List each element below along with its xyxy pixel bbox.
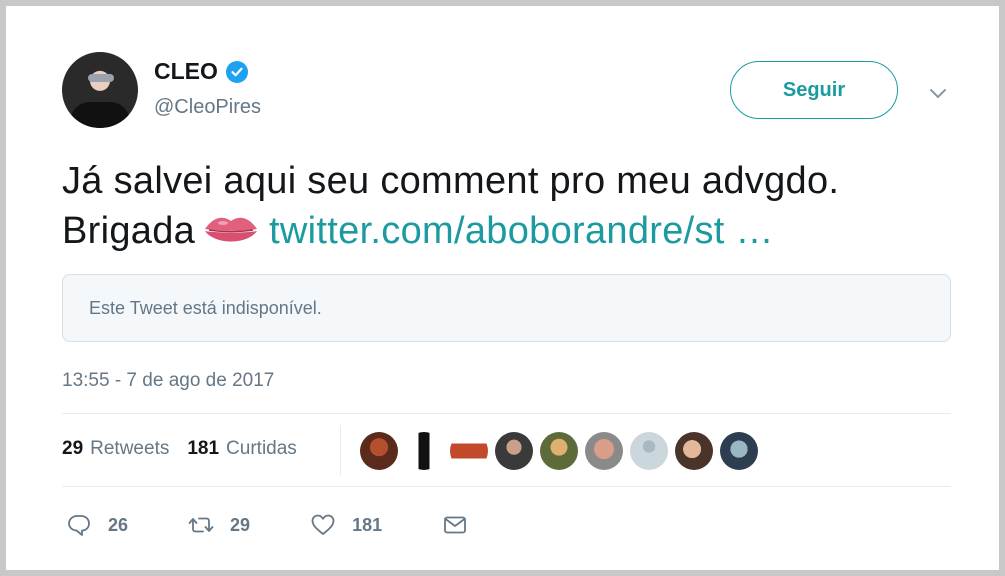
like-count: 181 xyxy=(352,514,383,535)
author-handle[interactable]: @CleoPires xyxy=(154,96,261,119)
author-name-row: CLEO xyxy=(154,58,248,85)
avatar-sunglasses xyxy=(88,74,114,82)
like-button[interactable]: 181 xyxy=(310,512,382,538)
tweet-text-line-2: Brigada twitter.com/aboborandre/st … xyxy=(62,206,952,256)
likes-label[interactable]: Curtidas xyxy=(226,438,297,460)
tweet-card: CLEO @CleoPires Seguir Já salvei aqui se… xyxy=(0,0,1005,576)
quoted-tweet-unavailable[interactable]: Este Tweet está indisponível. xyxy=(62,274,951,342)
author-name[interactable]: CLEO xyxy=(154,58,218,85)
retweet-icon xyxy=(188,517,214,533)
divider-bottom xyxy=(62,486,951,487)
stats-separator xyxy=(340,425,341,475)
reply-button[interactable]: 26 xyxy=(66,512,128,538)
tweet-link[interactable]: twitter.com/aboborandre/st … xyxy=(269,210,774,252)
engagement-stats: 29 Retweets 181 Curtidas xyxy=(62,438,315,460)
liker-avatar[interactable] xyxy=(405,432,443,470)
heart-icon xyxy=(311,514,335,535)
chevron-down-icon[interactable] xyxy=(926,81,950,105)
tweet-text-prefix: Brigada xyxy=(62,210,196,252)
reply-count: 26 xyxy=(108,514,129,535)
author-avatar[interactable] xyxy=(62,52,138,128)
tweet-timestamp[interactable]: 13:55 - 7 de ago de 2017 xyxy=(62,370,274,392)
retweet-count: 29 xyxy=(230,514,251,535)
liker-avatar[interactable] xyxy=(540,432,578,470)
direct-message-button[interactable] xyxy=(442,512,468,538)
liker-avatar[interactable] xyxy=(585,432,623,470)
likes-count[interactable]: 181 xyxy=(187,438,219,460)
kiss-mark-emoji-icon xyxy=(203,211,259,249)
tweet-text-line-1: Já salvei aqui seu comment pro meu advgd… xyxy=(62,160,840,202)
divider-top xyxy=(62,413,951,414)
likers-avatar-list xyxy=(360,432,765,470)
liker-avatar[interactable] xyxy=(450,432,488,470)
envelope-icon xyxy=(444,516,467,534)
liker-avatar[interactable] xyxy=(360,432,398,470)
liker-avatar[interactable] xyxy=(675,432,713,470)
liker-avatar[interactable] xyxy=(495,432,533,470)
retweets-count[interactable]: 29 xyxy=(62,438,83,460)
follow-button[interactable]: Seguir xyxy=(730,61,898,119)
avatar-figure xyxy=(70,102,130,128)
reply-icon xyxy=(68,515,90,536)
tweet-actions: 26 29 181 xyxy=(66,512,528,538)
retweets-label[interactable]: Retweets xyxy=(90,438,169,460)
tweet-text: Já salvei aqui seu comment pro meu advgd… xyxy=(62,156,952,256)
quoted-tweet-text: Este Tweet está indisponível. xyxy=(89,297,322,318)
liker-avatar[interactable] xyxy=(630,432,668,470)
liker-avatar[interactable] xyxy=(720,432,758,470)
verified-badge-icon xyxy=(225,60,248,83)
retweet-button[interactable]: 29 xyxy=(188,512,250,538)
